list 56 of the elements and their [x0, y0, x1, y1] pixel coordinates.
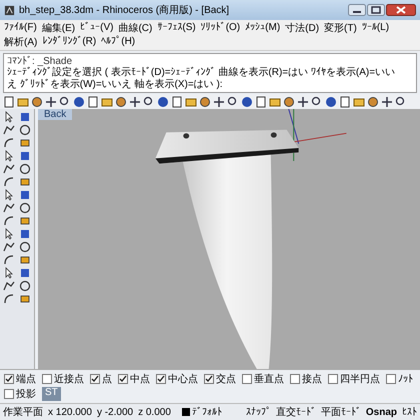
check-mark-icon — [5, 375, 13, 383]
status-pane[interactable]: ﾋｽﾄ — [402, 406, 417, 418]
app-icon — [4, 4, 15, 16]
status-pane[interactable]: 直交ﾓｰﾄﾞ — [276, 405, 316, 419]
osnap-checkbox[interactable]: 接点 — [290, 372, 322, 386]
osnap-checkbox[interactable]: 中点 — [118, 372, 150, 386]
y-coordinate: y -2.000 — [96, 406, 134, 418]
menu-item[interactable]: ｿﾘｯﾄﾞ(O) — [200, 21, 242, 35]
polyline-icon[interactable] — [2, 124, 15, 136]
osnap-checkbox[interactable]: 近接点 — [42, 372, 84, 386]
menu-item[interactable]: ｻｰﾌｪｽ(S) — [156, 21, 197, 35]
menu-item[interactable]: 編集(E) — [40, 21, 76, 35]
cplane-label: 作業平面 — [3, 406, 43, 419]
curve-icon[interactable] — [2, 254, 15, 266]
rectangle-icon[interactable] — [19, 150, 32, 162]
osnap-checkbox[interactable]: 垂直点 — [242, 372, 284, 386]
close-icon[interactable] — [386, 4, 416, 16]
maximize-icon[interactable] — [367, 4, 385, 16]
status-pane[interactable]: ｽﾅｯﾌﾟ — [246, 406, 271, 418]
axes-drawing — [288, 109, 347, 162]
menu-item[interactable]: ﾒｯｼｭ(M) — [244, 21, 282, 35]
osnap-checkbox[interactable]: 交点 — [204, 372, 236, 386]
osnap-checkbox[interactable]: 投影 — [4, 387, 36, 401]
new-file-icon[interactable] — [3, 96, 15, 108]
arrow-icon[interactable] — [2, 111, 15, 123]
menu-item[interactable]: ﾂｰﾙ(L) — [360, 21, 390, 35]
menu-item[interactable]: 解析(A) — [3, 35, 38, 49]
menu-item[interactable]: ﾌｧｲﾙ(F) — [3, 21, 38, 35]
window-title: bh_step_38.3dm - Rhinoceros (商用版) - [Back] — [19, 4, 230, 17]
check-mark-icon — [119, 375, 127, 383]
status-pane[interactable]: 平面ﾓｰﾄﾞ — [320, 405, 361, 419]
x-coordinate: x 120.000 — [48, 406, 92, 418]
z-coordinate: z 0.000 — [138, 406, 171, 418]
menu-item[interactable]: ﾋﾞｭｰ(V) — [79, 21, 114, 35]
menu-item[interactable]: 変形(T) — [323, 21, 358, 35]
check-mark-icon — [157, 375, 165, 383]
osnap-checkbox[interactable]: 点 — [90, 372, 112, 386]
menu-item[interactable]: 曲線(C) — [117, 21, 154, 35]
osnap-checkbox[interactable]: 中心点 — [156, 372, 198, 386]
osnap-checkbox[interactable]: ﾉｯﾄ — [386, 372, 413, 386]
folder-icon[interactable] — [17, 96, 29, 108]
menu-item[interactable]: ﾚﾝﾀﾞﾘﾝｸﾞ(R) — [41, 35, 98, 49]
command-prompt: ｼｪｰﾃﾞｨﾝｸﾞ設定を選択 ( 表示ﾓｰﾄﾞ(D)=ｼｪｰﾃﾞｨﾝｸﾞ 曲線を表示(R)=はい ﾜｲﾔを表示(A)=いいえ ｸﾞﾘｯﾄﾞを表示(W)=いいえ 軸を表示(X)=はい ): — [7, 67, 396, 91]
menu-item[interactable]: ﾍﾙﾌﾟ(H) — [100, 35, 136, 49]
status-pane[interactable]: Osnap — [366, 406, 397, 418]
check-mark-icon — [91, 375, 99, 383]
command-history: ｺﾏﾝﾄﾞ: _Shade — [7, 55, 74, 67]
check-mark-icon — [205, 375, 213, 383]
layer-name[interactable]: ﾃﾞﾌｫﾙﾄ — [192, 406, 222, 418]
menu-item[interactable]: 寸法(D) — [284, 21, 320, 35]
viewport[interactable]: Back — [38, 109, 420, 369]
minimize-icon[interactable] — [348, 4, 366, 16]
osnap-checkbox[interactable]: 端点 — [4, 372, 36, 386]
viewport-tab[interactable]: Back — [38, 109, 72, 120]
osnap-checkbox[interactable]: 四半円点 — [328, 372, 380, 386]
layer-swatch-icon — [182, 408, 190, 416]
